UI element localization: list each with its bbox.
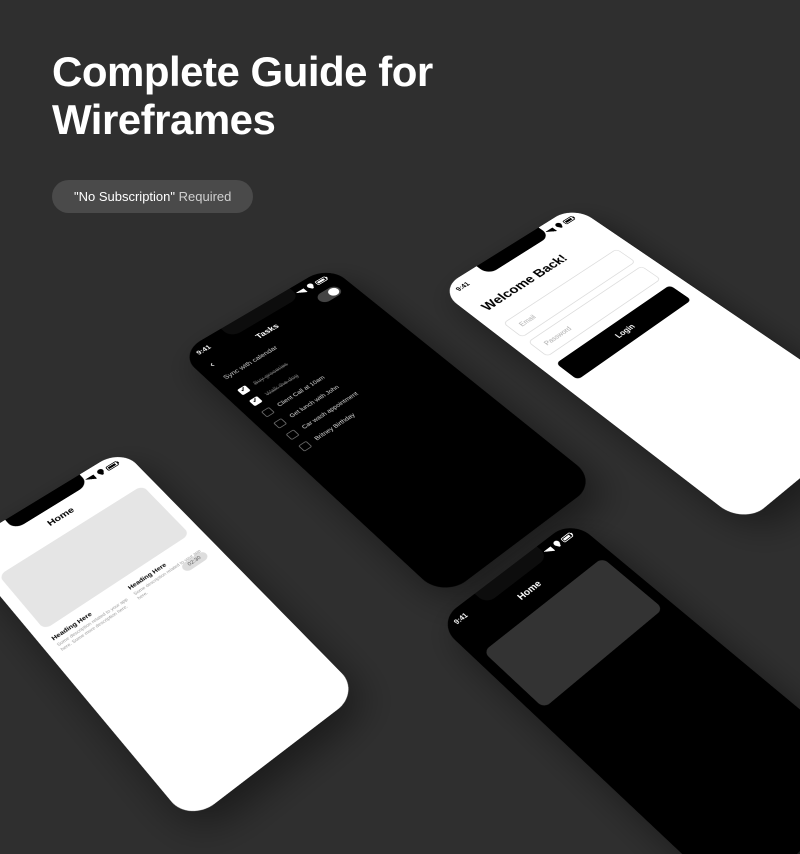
signal-icon — [544, 546, 555, 555]
status-time: 9:41 — [454, 281, 471, 293]
email-placeholder: Email — [517, 314, 537, 328]
task-checkbox[interactable] — [273, 418, 287, 429]
status-time: 9:41 — [452, 612, 469, 626]
status-indicators — [545, 216, 575, 235]
wifi-icon — [95, 469, 106, 477]
battery-icon — [314, 276, 328, 285]
phone-mockup-home-light: 9:41 Home Heading Here Some description … — [0, 449, 360, 823]
task-checkbox[interactable] — [249, 396, 263, 406]
task-checkbox[interactable] — [285, 429, 299, 440]
sync-toggle[interactable] — [315, 285, 344, 305]
status-time: 9:41 — [195, 344, 213, 356]
wifi-icon — [305, 283, 316, 290]
task-item[interactable]: Get lunch with John — [273, 340, 410, 428]
signal-icon — [545, 227, 556, 234]
page-title: Tasks — [254, 322, 281, 340]
wifi-icon — [554, 222, 564, 229]
signal-icon — [85, 474, 96, 483]
task-checkbox[interactable] — [261, 407, 275, 418]
back-button[interactable]: ‹ — [206, 360, 217, 369]
signal-icon — [296, 288, 307, 296]
password-placeholder: Password — [542, 325, 573, 346]
status-indicators — [544, 532, 574, 555]
battery-icon — [562, 216, 576, 225]
phone-mockup-home-dark: 9:41 Home — [437, 520, 800, 854]
battery-icon — [560, 532, 574, 543]
battery-icon — [105, 461, 119, 471]
wifi-icon — [552, 540, 562, 548]
login-button-label: Login — [613, 323, 637, 340]
task-checkbox[interactable] — [237, 385, 251, 395]
task-checkbox[interactable] — [298, 441, 312, 452]
phone-mockup-scene: 9:41 Home Heading Here Some description … — [0, 0, 800, 600]
